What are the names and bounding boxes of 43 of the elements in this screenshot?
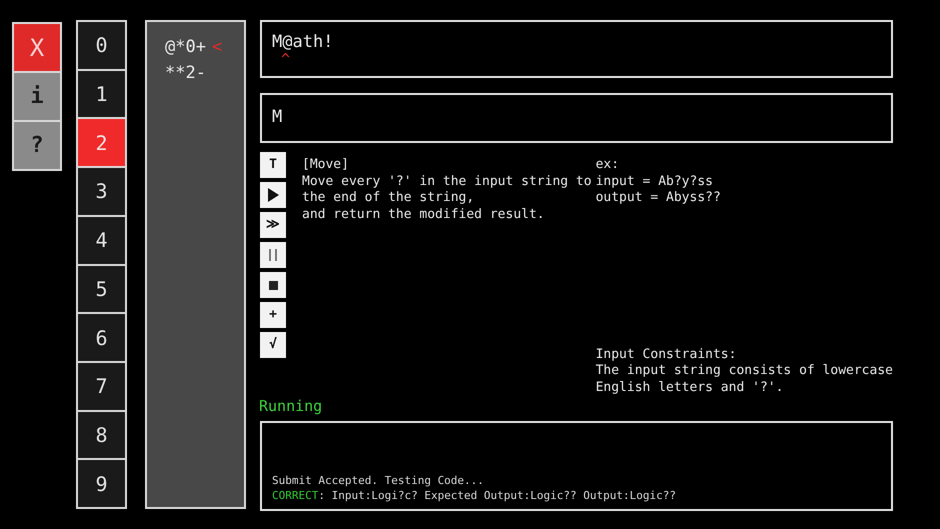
slot-button[interactable]: 8 [78,412,125,458]
pause-icon [269,249,277,261]
slot-button[interactable]: 0 [78,22,125,69]
example-text: ex: [596,157,620,174]
console-line: : Input:Logi?c? Expected Output:Logic?? Output:Logic?? [318,488,676,503]
code-line: **2- [165,62,206,84]
input-field[interactable]: M@ath! ^ [260,20,893,78]
constraints-text: Input Constraints: [596,346,738,363]
code-line: @*0+ [165,36,206,58]
stop-button[interactable] [260,272,286,298]
info-button[interactable]: i [14,73,60,120]
slot-button[interactable]: 6 [78,314,125,361]
slot-button[interactable]: 1 [78,70,125,118]
task-description: the end of the string, [302,190,476,206]
constraints-text: The input string consists of lowercase [596,363,893,380]
example-text: output = Abyss?? [596,190,722,206]
console-line: Submit Accepted. Testing Code... [272,473,485,488]
example-text: input = Ab?y?ss [596,174,714,190]
input-text: M@ath! [272,32,334,52]
slot-button[interactable]: 5 [78,266,125,312]
play-icon [267,188,279,202]
output-field[interactable]: M [260,93,893,143]
slot-button[interactable]: 4 [78,216,125,264]
tool-button[interactable]: T [260,152,286,178]
constraints-text: English letters and '?'. [596,380,784,396]
play-button[interactable] [260,182,286,208]
tool-button[interactable]: + [260,302,286,328]
pause-button[interactable] [260,242,286,268]
slot-button[interactable]: 9 [78,460,125,508]
task-description: and return the modified result. [302,206,546,223]
tool-button[interactable]: ≫ [260,212,286,238]
stop-icon [268,280,278,290]
slot-button[interactable]: 3 [78,168,125,215]
result-status: CORRECT [272,488,318,503]
output-text: M [272,106,282,130]
status-label: Running [259,396,324,416]
help-button[interactable]: ? [14,122,60,169]
caret-marker: ^ [280,52,292,66]
tool-button[interactable]: √ [260,332,286,358]
task-title: [Move] [302,157,350,174]
task-description: Move every '?' in the input string to [302,174,593,190]
line-marker: < [212,36,222,58]
slot-button[interactable]: 7 [78,362,125,410]
